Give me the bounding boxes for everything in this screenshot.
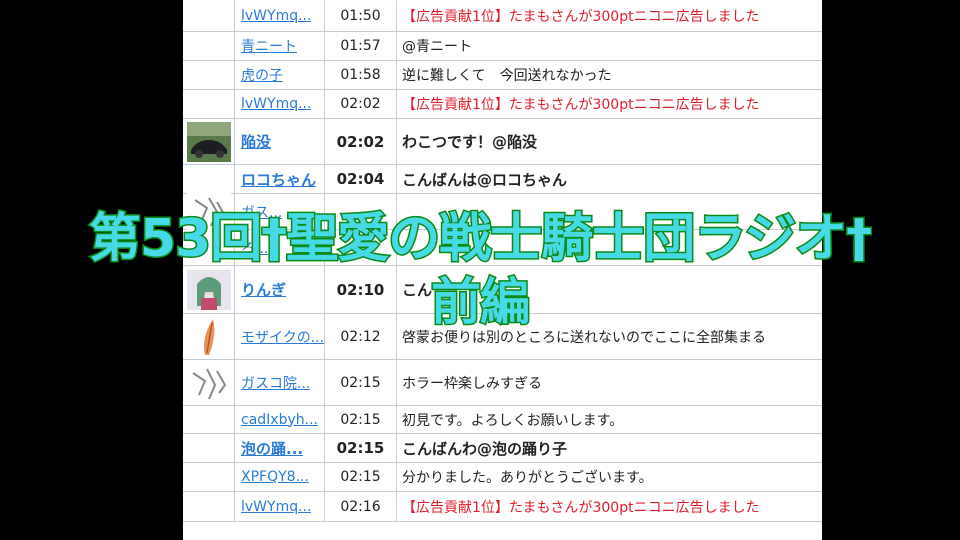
comment-time: 01:58 bbox=[340, 67, 381, 83]
avatar-cell bbox=[183, 434, 235, 462]
comment-time: 01:57 bbox=[340, 38, 381, 54]
chat-row: 泡の踊... 02:15 こんばんわ@泡の踊り子 bbox=[183, 434, 822, 463]
username-link[interactable]: lvWYmq... bbox=[241, 499, 311, 515]
username-link[interactable]: ロコちゃん bbox=[241, 169, 316, 190]
comment-time: 02:16 bbox=[340, 498, 381, 515]
comment-time: 02:02 bbox=[340, 96, 381, 112]
comment-text: こんばんわ@泡の踊り子 bbox=[402, 439, 568, 458]
comment-text: 逆に難しくて 今回送れなかった bbox=[402, 68, 612, 84]
car-avatar-icon bbox=[186, 121, 231, 162]
chat-row: 虎の子 01:58 逆に難しくて 今回送れなかった bbox=[183, 61, 822, 90]
username-link[interactable]: 虎の子 bbox=[241, 65, 283, 85]
chat-row: lvWYmq... 02:02 【広告貢献1位】たまもさんが300ptニコニ広告… bbox=[183, 90, 822, 119]
avatar-cell bbox=[183, 0, 235, 31]
comment-text: こんばんは@ロコちゃん bbox=[402, 170, 568, 189]
chat-row: cadIxbyh... 02:15 初見です。よろしくお願いします。 bbox=[183, 406, 822, 434]
chat-row: 陥没 02:02 わこつです！@陥没 bbox=[183, 119, 822, 165]
username-link[interactable]: cadIxbyh... bbox=[241, 412, 318, 428]
chat-row: lvWYmq... 02:16 【広告貢献1位】たまもさんが300ptニコニ広告… bbox=[183, 492, 822, 522]
chat-row: 青ニート 01:57 @青ニート bbox=[183, 32, 822, 61]
comment-text: わこつです！@陥没 bbox=[402, 133, 538, 151]
username-link[interactable]: lvWYmq... bbox=[241, 8, 311, 24]
avatar-cell bbox=[183, 32, 235, 60]
avatar-cell bbox=[183, 360, 235, 405]
username-link[interactable]: ガスコ院... bbox=[241, 373, 310, 393]
username-link[interactable]: XPFQY8... bbox=[241, 469, 309, 485]
chat-row: ガスコ院... 02:15 ホラー枠楽しみすぎる bbox=[183, 360, 822, 406]
avatar-cell bbox=[183, 90, 235, 118]
chat-row: XPFQY8... 02:15 分かりました。ありがとうございます。 bbox=[183, 463, 822, 492]
avatar-cell bbox=[183, 492, 235, 521]
username-link[interactable]: 陥没 bbox=[241, 131, 271, 152]
avatar-cell bbox=[183, 406, 235, 433]
avatar-cell bbox=[183, 119, 235, 164]
comment-time: 02:02 bbox=[336, 132, 385, 151]
chat-row: lvWYmq... 01:50 【広告貢献1位】たまもさんが300ptニコニ広告… bbox=[183, 0, 822, 32]
comment-text: 【広告貢献1位】たまもさんが300ptニコニ広告しました bbox=[402, 8, 760, 25]
comment-time: 02:04 bbox=[336, 170, 385, 188]
comment-text: 分かりました。ありがとうございます。 bbox=[402, 470, 653, 486]
avatar-cell bbox=[183, 61, 235, 89]
comment-time: 01:50 bbox=[340, 7, 381, 24]
username-link[interactable]: 青ニート bbox=[241, 36, 297, 56]
chat-row: ロコちゃん 02:04 こんばんは@ロコちゃん bbox=[183, 165, 822, 194]
comment-time: 02:15 bbox=[340, 374, 381, 391]
username-link[interactable]: lvWYmq... bbox=[241, 96, 311, 112]
avatar-cell bbox=[183, 463, 235, 491]
comment-time: 02:15 bbox=[340, 469, 381, 485]
username-link[interactable]: 泡の踊... bbox=[241, 438, 303, 459]
comment-text: @青ニート bbox=[402, 39, 472, 55]
comment-text: 【広告貢献1位】たまもさんが300ptニコニ広告しました bbox=[402, 499, 760, 516]
comment-time: 02:15 bbox=[340, 411, 381, 428]
comment-text: 【広告貢献1位】たまもさんが300ptニコニ広告しました bbox=[402, 97, 760, 113]
episode-title-line1: 第53回†聖愛の戦士騎士団ラジオ† bbox=[87, 208, 873, 271]
episode-title-line2: 前編 bbox=[430, 272, 532, 333]
sketch-avatar-icon bbox=[186, 362, 231, 403]
comment-text: ホラー枠楽しみすぎる bbox=[402, 375, 542, 392]
comment-text: 初見です。よろしくお願いします。 bbox=[402, 412, 624, 429]
comment-time: 02:15 bbox=[336, 439, 385, 457]
avatar-cell bbox=[183, 165, 235, 193]
